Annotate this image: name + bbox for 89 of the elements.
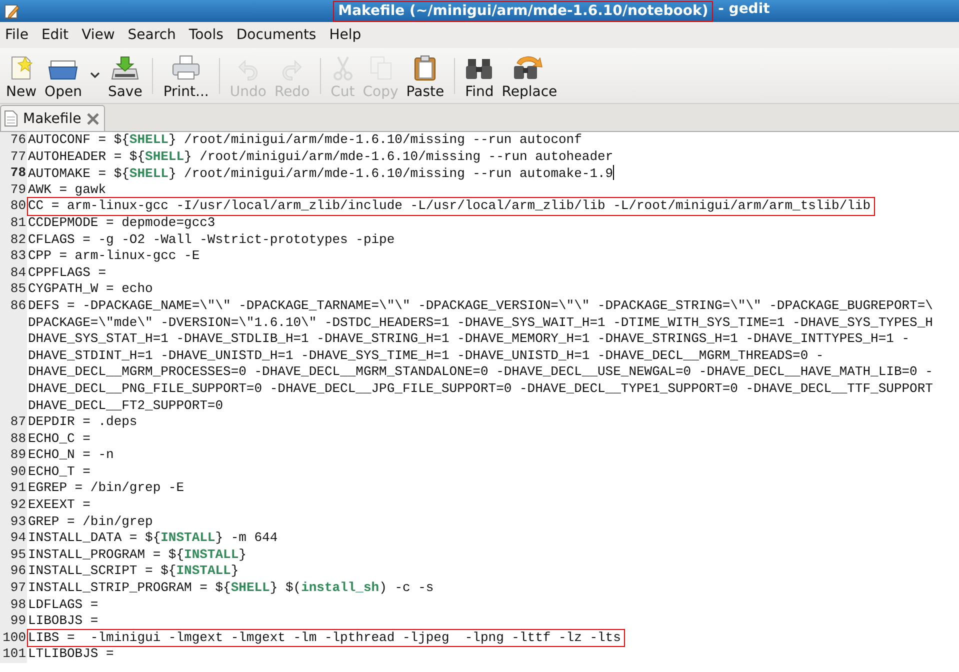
text-cursor [613,165,614,180]
close-icon[interactable] [86,112,100,126]
scissors-icon [332,54,354,80]
line-number: 88 [9,430,27,448]
window-title: Makefile (~/minigui/arm/mde-1.6.10/notebook) [333,0,714,22]
code-line: LDFLAGS = [28,596,98,614]
menu-item[interactable]: File [0,27,36,43]
code-line: AWK = gawk [28,182,106,198]
document-tab[interactable]: Makefile [0,105,106,131]
print-button[interactable]: Print... [159,52,213,100]
line-number: 90 [9,464,27,480]
find-button[interactable]: Find [461,52,498,100]
line-number: 94 [9,530,27,547]
code-line: AUTOMAKE = ${SHELL} /root/minigui/arm/mde-1.6.10/missing --run automake-1.9 [28,165,614,182]
binoculars-arrow-icon [513,54,546,80]
code-line: AUTOHEADER = ${SHELL} /root/minigui/arm/mde-1.6.10/missing --run autoheader [28,148,614,166]
code-line: LIBS = -lminigui -lmgext -lmgext -lm -lpthread -ljpeg -lpng -lttf -lz -lts [28,630,624,646]
menu-item[interactable]: Search [122,27,184,43]
code-line: DEFS = -DPACKAGE_NAME=\"\" -DPACKAGE_TARNAME=\"\" -DPACKAGE_VERSION=\"\" -DPACKAGE_STRING=\"\" -DPACKAGE_BUGREPORT=\ [28,298,933,315]
menu-item[interactable]: Edit [36,27,77,43]
replace-button[interactable]: Replace [498,52,562,100]
save-drive-icon [111,54,140,80]
paste-button[interactable]: Paste [402,52,448,100]
code-line: DEPDIR = .deps [28,414,138,431]
line-number: 99 [9,613,27,630]
code-line: EXEEXT = [28,497,90,514]
line-number: 100 [2,630,27,646]
line-number: 85 [9,281,27,298]
line-number: 97 [9,580,27,597]
notepad-icon [4,3,20,19]
line-number: 101 [2,646,27,663]
tab-label: Makefile [23,110,82,126]
new-document-icon [9,54,34,80]
line-number: 79 [9,182,27,198]
menu-item[interactable]: View [76,27,123,43]
menu-item[interactable]: Help [324,27,370,43]
app-name: - gedit [717,0,770,18]
code-line: DPACKAGE=\"mde\" -DVERSION=\"1.6.10\" -DSTDC_HEADERS=1 -DHAVE_SYS_WAIT_H=1 -DTIME_WITH_SYS_TIME=1 -DHAVE_SYS_TYPES_H [28,314,933,332]
line-number: 93 [9,514,27,530]
open-button[interactable]: Open [40,52,86,100]
code-line: CPPFLAGS = [28,264,106,282]
document-icon [4,110,18,127]
code-line: DHAVE_DECL__MGRM_PROCESSES=0 -DHAVE_DECL__MGRM_STANDALONE=0 -DHAVE_DECL__USE_NEWGAL=0 -DHAVE_DECL__HAVE_MATH_LIB=0 - [28,364,933,381]
line-number: 76 [9,132,27,149]
code-line: GREP = /bin/grep [28,514,153,530]
code-line: DHAVE_STDINT_H=1 -DHAVE_UNISTD_H=1 -DHAVE_SYS_TIME_H=1 -DHAVE_UNISTD_H=1 -DHAVE_DECL__MGRM_THREADS=0 - [28,348,824,364]
code-line: CFLAGS = -g -O2 -Wall -Wstrict-prototypes -pipe [28,232,395,248]
save-button[interactable]: Save [104,52,146,100]
menu-item[interactable]: Documents [231,27,324,43]
code-line: DHAVE_SYS_STAT_H=1 -DHAVE_STDLIB_H=1 -DHAVE_STRING_H=1 -DHAVE_MEMORY_H=1 -DHAVE_STRINGS_H=1 -DHAVE_INTTYPES_H=1 - [28,331,910,348]
line-number: 83 [9,248,27,265]
binoculars-icon [465,56,494,80]
code-line: CPP = arm-linux-gcc -E [28,248,200,265]
clipboard-icon [413,54,438,80]
line-number: 82 [9,232,27,248]
line-number: 81 [9,214,27,232]
caret-icon [90,72,100,79]
code-line: INSTALL_STRIP_PROGRAM = ${SHELL} $(install_sh) -c -s [28,580,434,597]
code-line: ECHO_N = -n [28,447,114,464]
code-line: INSTALL_DATA = ${INSTALL} -m 644 [28,530,278,547]
code-line: CCDEPMODE = depmode=gcc3 [28,214,216,232]
line-number: 86 [9,298,27,315]
code-line: CYGPATH_W = echo [28,281,153,298]
code-line: LIBOBJS = [28,613,98,630]
code-line: DHAVE_DECL__PNG_FILE_SUPPORT=0 -DHAVE_DECL__JPG_FILE_SUPPORT=0 -DHAVE_DECL__TYPE1_SUPPORT=0 -DHAVE_DECL__TTF_SUPPORT [28,380,933,398]
code-line: ECHO_T = [28,464,90,480]
code-line: AUTOCONF = ${SHELL} /root/minigui/arm/mde-1.6.10/missing --run autoconf [28,132,582,149]
code-line: EGREP = /bin/grep -E [28,480,184,498]
line-number: 92 [9,497,27,514]
line-number: 89 [9,447,27,464]
code-line: CC = arm-linux-gcc -I/usr/local/arm_zlib/include -L/usr/local/arm_zlib/lib -L/root/minigui/arm/arm_tslib/lib [28,198,874,215]
new-button[interactable]: New [2,52,41,100]
line-number: 96 [9,563,27,580]
line-number: 98 [9,596,27,614]
code-line: INSTALL_PROGRAM = ${INSTALL} [28,546,246,564]
code-line: INSTALL_SCRIPT = ${INSTALL} [28,563,239,580]
printer-icon [171,54,202,80]
code-line: ECHO_C = [28,430,90,448]
line-number: 84 [9,264,27,282]
copy-pages-icon [368,54,393,80]
code-line: LTLIBOBJS = [28,646,114,663]
line-number: 91 [9,480,27,498]
line-number: 78 [9,165,27,182]
code-line: DHAVE_DECL__FT2_SUPPORT=0 [28,398,224,414]
line-number: 77 [9,148,27,166]
menu-item[interactable]: Tools [184,27,232,43]
line-number: 87 [9,414,27,431]
line-number: 95 [9,546,27,564]
line-number: 80 [9,198,27,215]
